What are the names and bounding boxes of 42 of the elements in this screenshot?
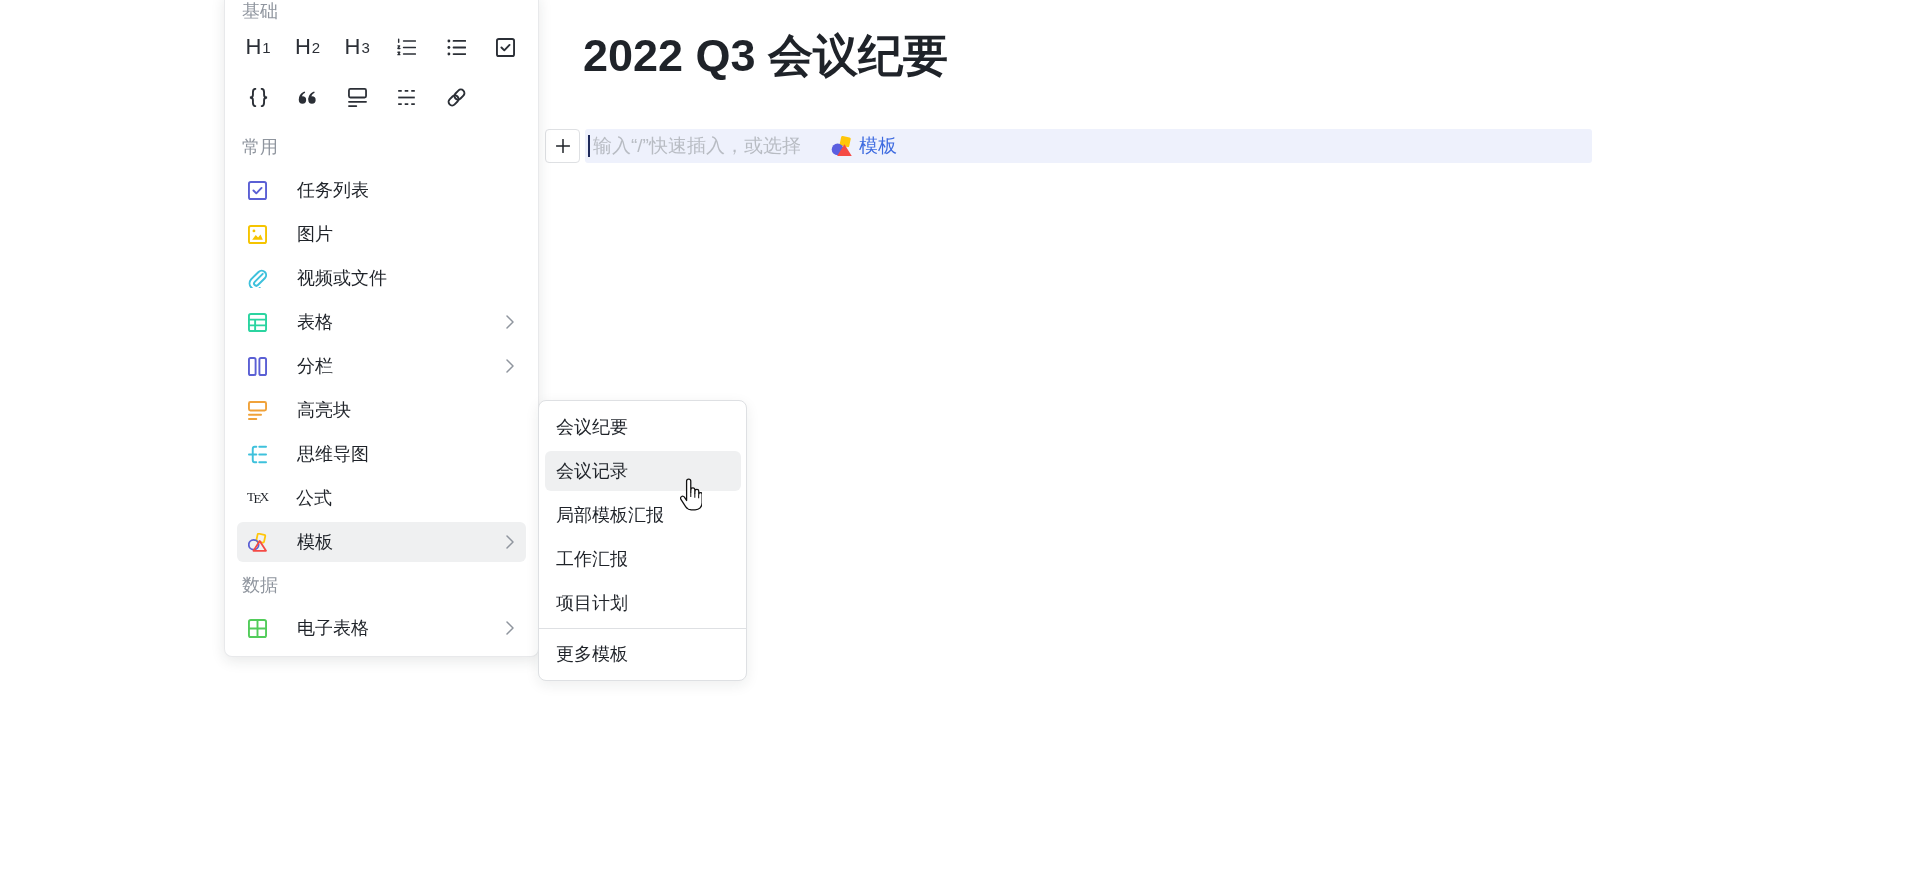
menu-item[interactable]: 任务列表	[237, 170, 526, 210]
code-braces-icon	[248, 87, 268, 107]
divider-icon	[397, 87, 417, 107]
editor-input-field[interactable]: 输入“/”快速插入，或选择 模板	[585, 129, 1592, 163]
template-item[interactable]: 局部模板汇报	[545, 495, 741, 535]
menu-item[interactable]: 图片	[237, 214, 526, 254]
highlight-block-icon	[347, 87, 367, 107]
menu-item[interactable]: 表格	[237, 302, 526, 342]
template-item[interactable]: 项目计划	[545, 583, 741, 623]
hand-pointer-icon	[680, 478, 702, 511]
more-templates-item[interactable]: 更多模板	[545, 634, 741, 674]
menu-item[interactable]: 思维导图	[237, 434, 526, 474]
template-link[interactable]: 模板	[859, 133, 897, 159]
columns-icon	[248, 356, 267, 376]
highlight-block-icon	[248, 400, 267, 420]
table-icon	[248, 312, 267, 332]
shapes-icon	[248, 532, 267, 552]
mind-map-icon	[248, 444, 267, 464]
menu-item[interactable]: 电子表格	[237, 608, 526, 648]
grid-icon	[248, 618, 267, 638]
image-icon	[248, 224, 267, 244]
menu-item[interactable]: 高亮块	[237, 390, 526, 430]
menu-item[interactable]: 模板	[237, 522, 526, 562]
link-icon	[446, 87, 466, 107]
template-item[interactable]: 会议纪要	[545, 407, 741, 447]
paperclip-icon	[248, 268, 267, 288]
menu-item[interactable]: 分栏	[237, 346, 526, 386]
section-title: 常用	[241, 136, 278, 158]
shapes-icon	[831, 135, 853, 157]
template-item[interactable]: 工作汇报	[545, 539, 741, 579]
checkbox-icon	[248, 180, 267, 200]
add-block-button[interactable]	[545, 129, 580, 163]
section-title: 数据	[241, 574, 278, 596]
template-item[interactable]: 会议记录	[545, 451, 741, 491]
numbered-list-icon	[397, 37, 417, 57]
text-cursor	[588, 135, 590, 157]
checkbox-icon	[496, 37, 516, 57]
bullet-list-icon	[446, 37, 466, 57]
menu-item[interactable]: 视频或文件	[237, 258, 526, 298]
section-title: 基础	[241, 0, 278, 22]
plus-icon	[555, 139, 570, 153]
document-title: 2022 Q3 会议纪要	[583, 29, 950, 83]
